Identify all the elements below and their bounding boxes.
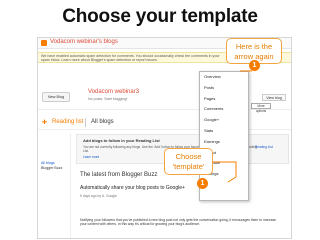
divider xyxy=(85,118,86,127)
callout-choose-template: Choose 'template' xyxy=(164,148,213,175)
add-blogs-title: Add blogs to follow in your Reading List xyxy=(83,138,160,143)
menu-item-posts[interactable]: Posts xyxy=(200,83,248,94)
blog-status-text: No posts. Start blogging! xyxy=(88,97,128,101)
menu-item-comments[interactable]: Comments xyxy=(200,104,248,115)
learn-more-link[interactable]: Learn more xyxy=(83,155,99,159)
blog-name-link[interactable]: Vodacom webinar3 xyxy=(88,89,139,95)
more-options-tooltip: More options xyxy=(251,103,271,113)
view-blog-button[interactable]: View blog xyxy=(262,94,286,101)
sidebar-item-blogger-buzz[interactable]: Blogger Buzz xyxy=(38,166,70,171)
blogger-header-title: Vodacom webinar's blogs xyxy=(50,39,118,45)
page-title: Choose your template xyxy=(62,6,258,27)
reading-list-sidebar: All blogs Blogger Buzz xyxy=(38,133,71,238)
blogger-logo-icon xyxy=(41,40,47,46)
menu-item-pages[interactable]: Pages xyxy=(200,94,248,105)
reading-list-label: Reading list xyxy=(52,119,84,125)
menu-item-earnings[interactable]: Earnings xyxy=(200,137,248,148)
reading-list-link[interactable]: Reading List xyxy=(255,145,273,149)
all-blogs-heading: All blogs xyxy=(91,119,114,125)
latest-post-title[interactable]: Automatically share your blog posts to G… xyxy=(80,185,185,191)
menu-item-overview[interactable]: Overview xyxy=(200,72,248,83)
blog-row: New Blog Vodacom webinar3 No posts. Star… xyxy=(38,86,291,113)
latest-post-meta: 5 days ago by A. Google xyxy=(80,194,117,198)
latest-post-body: Notifying your followers that you've pub… xyxy=(80,218,276,227)
spam-notice-text: We have enabled automatic spam detection… xyxy=(41,54,220,63)
menu-item-google-plus[interactable]: Google+ xyxy=(200,115,248,126)
new-blog-button[interactable]: New Blog xyxy=(42,92,70,102)
reading-list-header: ✚ Reading list All blogs xyxy=(38,116,291,130)
add-icon[interactable]: ✚ xyxy=(42,120,47,126)
step-badge-top: 1 xyxy=(249,60,260,71)
latest-heading: The latest from Blogger Buzz xyxy=(80,172,158,178)
step-badge-middle: 1 xyxy=(197,178,208,189)
menu-item-stats[interactable]: Stats xyxy=(200,126,248,137)
